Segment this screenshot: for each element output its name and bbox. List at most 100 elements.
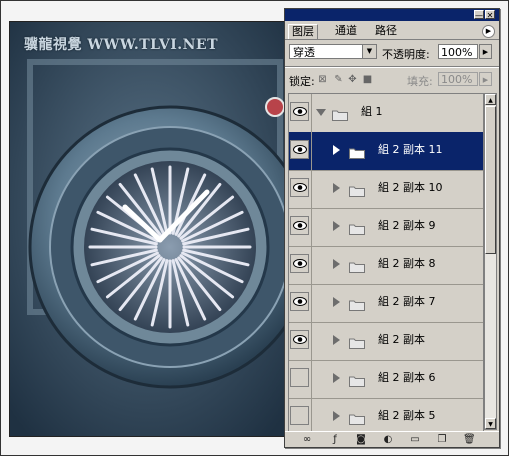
folder-icon (349, 334, 365, 349)
visibility-toggle[interactable] (290, 330, 309, 349)
expand-triangle-right-icon[interactable] (333, 221, 340, 231)
visibility-toggle[interactable] (290, 178, 309, 197)
expand-triangle-right-icon[interactable] (333, 259, 340, 269)
opacity-input[interactable]: 100% (438, 44, 478, 59)
tab-paths[interactable]: 路径 (372, 24, 400, 38)
expand-triangle-right-icon[interactable] (333, 145, 340, 155)
layer-row[interactable]: 組 2 副本 8 (289, 246, 483, 285)
layer-list: 組 1 組 2 副本 11 組 2 副本 10 組 2 副本 9 組 2 副本 8 組 2… (288, 93, 484, 432)
lock-image-icon[interactable]: ✎ (333, 74, 344, 85)
red-gem-icon (265, 97, 285, 117)
layer-name: 組 2 副本 (378, 333, 425, 346)
expand-triangle-right-icon[interactable] (333, 297, 340, 307)
visibility-toggle[interactable] (290, 102, 309, 121)
visibility-toggle[interactable] (290, 292, 309, 311)
new-layer-icon[interactable]: ❐ (436, 434, 448, 445)
visibility-toggle[interactable] (290, 216, 309, 235)
expand-triangle-right-icon[interactable] (333, 335, 340, 345)
layer-name: 組 2 副本 7 (378, 295, 436, 308)
lock-position-icon[interactable]: ✥ (347, 74, 358, 85)
layer-row[interactable]: 組 2 副本 9 (289, 208, 483, 247)
eye-icon (293, 297, 307, 306)
mask-icon[interactable]: ◙ (355, 434, 367, 445)
layer-name: 組 1 (361, 105, 383, 118)
tab-channels[interactable]: 通道 (332, 24, 360, 38)
scroll-thumb[interactable] (485, 106, 496, 254)
fill-label: 填充: (407, 75, 433, 88)
expand-triangle-right-icon[interactable] (333, 183, 340, 193)
layer-row[interactable]: 組 2 副本 7 (289, 284, 483, 323)
panel-tabs: 图层 通道 路径 ▶ (285, 22, 499, 40)
layer-row[interactable]: 組 2 副本 11 (289, 132, 483, 171)
panel-titlebar[interactable]: — ✕ (285, 9, 499, 21)
opacity-label: 不透明度: (382, 48, 430, 61)
layer-row[interactable]: 組 2 副本 6 (289, 360, 483, 399)
folder-icon (349, 296, 365, 311)
eye-icon (293, 107, 307, 116)
folder-icon (349, 144, 365, 159)
opacity-slider-arrow-icon[interactable]: ▶ (479, 44, 492, 59)
layer-row[interactable]: 組 1 (289, 94, 483, 133)
divider (311, 246, 312, 284)
eye-icon (293, 221, 307, 230)
layer-name: 組 2 副本 8 (378, 257, 436, 270)
divider (311, 208, 312, 246)
minimize-button[interactable]: — (474, 10, 484, 20)
expand-triangle-down-icon[interactable] (316, 109, 326, 116)
folder-icon (349, 182, 365, 197)
layer-row[interactable]: 組 2 副本 10 (289, 170, 483, 209)
divider (311, 170, 312, 208)
adjustment-icon[interactable]: ◐ (382, 434, 394, 445)
scroll-up-icon[interactable]: ▲ (485, 94, 496, 105)
blend-mode-select[interactable]: 穿透 ▼ (289, 44, 377, 59)
panel-bottom-toolbar: ∞ ƒ ◙ ◐ ▭ ❐ 🗑 (285, 431, 499, 447)
layer-name: 組 2 副本 11 (378, 143, 443, 156)
layer-style-icon[interactable]: ƒ (329, 434, 341, 445)
link-icon[interactable]: ∞ (301, 434, 313, 445)
layer-row[interactable]: 組 2 副本 (289, 322, 483, 361)
blend-mode-value: 穿透 (293, 46, 315, 59)
visibility-toggle[interactable] (290, 368, 309, 387)
lock-transparent-icon[interactable]: ⊠ (317, 74, 328, 85)
visibility-toggle[interactable] (290, 406, 309, 425)
eye-icon (293, 259, 307, 268)
scroll-down-icon[interactable]: ▼ (485, 418, 496, 429)
delete-icon[interactable]: 🗑 (463, 434, 476, 445)
lock-fill-row: 锁定: ⊠ ✎ ✥ ■ 填充: 100% ▶ (285, 71, 499, 89)
divider (311, 94, 312, 132)
layer-name: 組 2 副本 9 (378, 219, 436, 232)
expand-triangle-right-icon[interactable] (333, 411, 340, 421)
watermark-text: 骥龍視覺 WWW.TLVI.NET (24, 37, 219, 53)
folder-icon (349, 258, 365, 273)
fill-input[interactable]: 100% (438, 72, 478, 86)
new-group-icon[interactable]: ▭ (409, 434, 421, 445)
divider (311, 132, 312, 170)
artwork-image (10, 22, 287, 436)
layer-name: 組 2 副本 10 (378, 181, 443, 194)
expand-triangle-right-icon[interactable] (333, 373, 340, 383)
document-canvas[interactable]: 骥龍視覺 WWW.TLVI.NET (9, 21, 288, 437)
layer-name: 組 2 副本 6 (378, 371, 436, 384)
layers-panel: — ✕ 图层 通道 路径 ▶ 穿透 ▼ 不透明度: 100% ▶ 锁定: ⊠ ✎… (284, 8, 500, 448)
eye-icon (293, 145, 307, 154)
eye-icon (293, 183, 307, 192)
layer-row[interactable]: 組 2 副本 5 (289, 398, 483, 431)
divider (311, 398, 312, 431)
chevron-down-icon[interactable]: ▼ (362, 45, 376, 58)
eye-icon (293, 335, 307, 344)
close-button[interactable]: ✕ (485, 10, 495, 20)
divider (285, 66, 499, 68)
lock-all-icon[interactable]: ■ (362, 74, 373, 85)
lock-label: 锁定: (289, 75, 315, 88)
visibility-toggle[interactable] (290, 254, 309, 273)
divider (311, 284, 312, 322)
blend-opacity-row: 穿透 ▼ 不透明度: 100% ▶ (285, 42, 499, 62)
panel-menu-arrow-icon[interactable]: ▶ (482, 25, 495, 38)
visibility-toggle[interactable] (290, 140, 309, 159)
divider (311, 322, 312, 360)
fill-slider-arrow-icon[interactable]: ▶ (479, 72, 492, 86)
divider (311, 360, 312, 398)
folder-icon (332, 106, 348, 121)
tab-layers[interactable]: 图层 (288, 24, 318, 39)
layer-list-scrollbar[interactable]: ▲ ▼ (484, 93, 497, 430)
